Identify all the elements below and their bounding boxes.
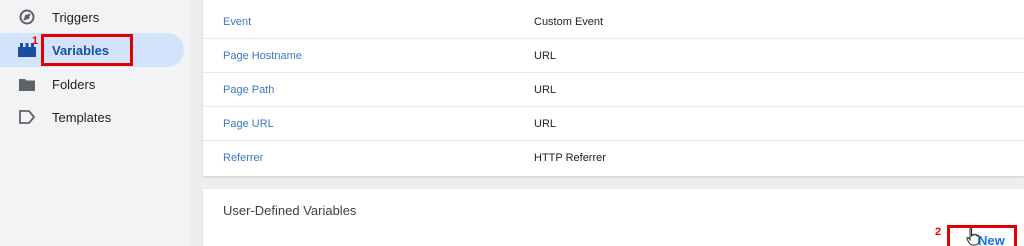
template-icon <box>18 108 36 126</box>
sidebar-item-folders[interactable]: Folders <box>0 67 184 101</box>
annotation-number-2: 2 <box>935 226 942 238</box>
annotation-number-1: 1 <box>32 35 39 47</box>
annotation-box-1 <box>41 34 133 66</box>
table-row[interactable]: Page Path URL <box>203 73 1024 107</box>
sidebar-item-label: Templates <box>52 109 112 125</box>
table-row[interactable]: Event Custom Event <box>203 5 1024 39</box>
variable-type: URL <box>534 50 557 62</box>
section-title: User-Defined Variables <box>223 203 357 218</box>
variable-name-link[interactable]: Page Hostname <box>223 39 302 73</box>
table-row[interactable]: Page URL URL <box>203 107 1024 141</box>
folder-icon <box>18 75 36 93</box>
sidebar-item-label: Folders <box>52 76 96 92</box>
variable-name-link[interactable]: Page URL <box>223 107 274 141</box>
trigger-icon <box>18 8 36 26</box>
table-row[interactable]: Referrer HTTP Referrer <box>203 141 1024 175</box>
variable-type: Custom Event <box>534 16 604 28</box>
variable-name-link[interactable]: Event <box>223 5 251 39</box>
sidebar-item-templates[interactable]: Templates <box>0 100 184 134</box>
hand-cursor-icon <box>966 228 980 246</box>
main-panel: Event Custom Event Page Hostname URL Pag… <box>190 0 1024 246</box>
user-defined-variables-card: User-Defined Variables <box>203 189 1024 246</box>
sidebar-item-label: Triggers <box>52 9 100 25</box>
variable-type: HTTP Referrer <box>534 152 606 164</box>
new-button-label[interactable]: New <box>978 233 1005 246</box>
table-row[interactable]: Page Hostname URL <box>203 39 1024 73</box>
variable-name-link[interactable]: Referrer <box>223 141 263 175</box>
variable-name-link[interactable]: Page Path <box>223 73 274 107</box>
sidebar-item-triggers[interactable]: Triggers <box>0 0 184 34</box>
variable-type: URL <box>534 84 557 96</box>
builtin-variables-card: Event Custom Event Page Hostname URL Pag… <box>203 0 1024 176</box>
variable-type: URL <box>534 118 557 130</box>
